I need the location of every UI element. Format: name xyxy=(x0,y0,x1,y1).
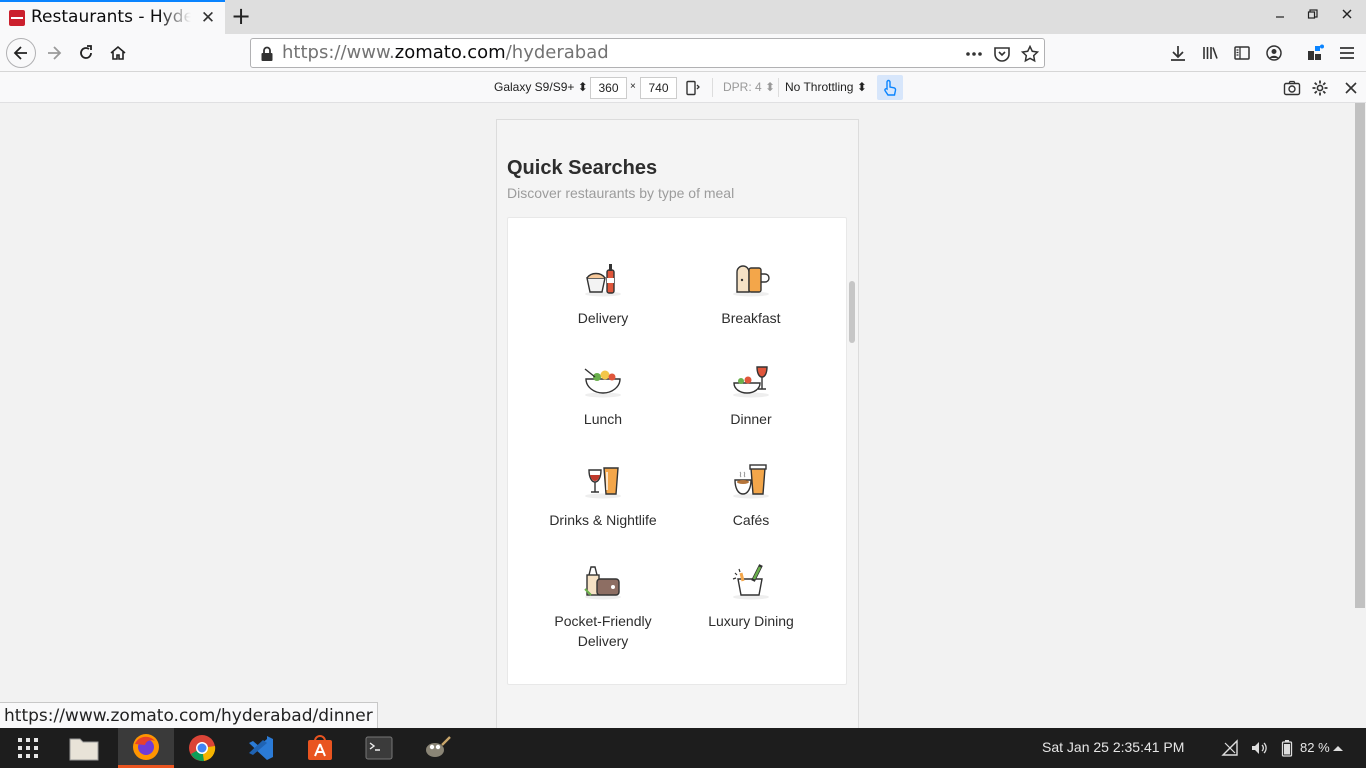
url-bar[interactable]: https://www.zomato.com/hyderabad xyxy=(250,38,1045,68)
vscode-app-icon[interactable] xyxy=(233,728,289,768)
tab-title: Restaurants - Hyderabad xyxy=(31,7,191,27)
software-center-icon[interactable] xyxy=(292,728,348,768)
system-menu-arrow-icon[interactable] xyxy=(1328,738,1348,758)
minimize-icon[interactable] xyxy=(1271,8,1289,26)
library-icon[interactable] xyxy=(1199,42,1221,64)
url-path: /hyderabad xyxy=(505,42,609,63)
champagne-icon xyxy=(732,564,769,600)
responsive-design-toolbar: Galaxy S9/S9+ ⬍ 360 × 740 DPR: 4 ⬍ No Th… xyxy=(0,72,1366,103)
quick-search-label: Cafés xyxy=(732,512,770,528)
section-title: Quick Searches xyxy=(507,157,658,179)
volume-icon[interactable] xyxy=(1249,738,1269,758)
window-close-icon[interactable] xyxy=(1338,8,1356,26)
extensions-icon[interactable] xyxy=(1304,42,1326,64)
delivery-icon xyxy=(585,264,621,297)
firefox-app-icon[interactable] xyxy=(118,728,174,768)
toolbar-divider xyxy=(778,78,779,97)
pocket-icon[interactable] xyxy=(992,44,1012,64)
terminal-app-icon[interactable] xyxy=(351,728,407,768)
navigation-toolbar: https://www.zomato.com/hyderabad xyxy=(0,34,1366,72)
page-scrollbar-thumb[interactable] xyxy=(1355,103,1365,608)
battery-icon[interactable] xyxy=(1277,738,1297,758)
quick-searches-card: Delivery Breakfast Lunch Dinner Drinks &… xyxy=(507,217,847,685)
touch-simulation-icon[interactable] xyxy=(877,75,903,100)
drinks-icon xyxy=(585,467,621,499)
new-tab-button[interactable]: + xyxy=(229,3,253,29)
gimp-app-icon[interactable] xyxy=(409,728,465,768)
status-link-preview: https://www.zomato.com/hyderabad/dinner xyxy=(0,702,378,729)
app-grid-icon[interactable] xyxy=(0,728,56,768)
settings-gear-icon[interactable] xyxy=(1310,78,1330,98)
quick-search-label: Delivery xyxy=(577,310,629,326)
lunch-icon xyxy=(584,368,621,398)
restore-icon[interactable] xyxy=(1304,8,1322,26)
browser-viewport: Quick Searches Discover restaurants by t… xyxy=(0,103,1366,731)
hamburger-menu-icon[interactable] xyxy=(1336,42,1358,64)
lock-icon[interactable] xyxy=(260,46,274,66)
forward-button[interactable] xyxy=(40,39,68,67)
toolbar-divider xyxy=(712,78,713,97)
sidebar-icon[interactable] xyxy=(1231,42,1253,64)
quick-search-label: Luxury Dining xyxy=(708,613,794,629)
back-button[interactable] xyxy=(6,38,36,68)
desktop-taskbar: Sat Jan 25 2:35:41 PM 82 % xyxy=(0,728,1366,768)
section-subtitle: Discover restaurants by type of meal xyxy=(507,185,735,201)
viewport-height-input[interactable]: 740 xyxy=(640,77,677,99)
device-scrollbar[interactable] xyxy=(849,281,855,343)
reload-button[interactable] xyxy=(72,39,100,67)
device-selector[interactable]: Galaxy S9/S9+ ⬍ xyxy=(494,80,588,94)
tab-close-icon[interactable]: ✕ xyxy=(199,9,217,27)
account-icon[interactable] xyxy=(1263,42,1285,64)
chrome-app-icon[interactable] xyxy=(174,728,230,768)
quick-search-label: Lunch xyxy=(583,411,623,427)
quick-search-label: Drinks & Nightlife xyxy=(549,512,657,528)
clock[interactable]: Sat Jan 25 2:35:41 PM xyxy=(1042,739,1184,755)
dimension-separator: × xyxy=(630,81,636,92)
quick-search-label: Dinner xyxy=(730,411,772,427)
throttling-selector[interactable]: No Throttling ⬍ xyxy=(785,80,867,94)
quick-search-label: Pocket-Friendly Delivery xyxy=(554,613,652,649)
url-host: zomato.com xyxy=(394,42,506,63)
screenshot-icon[interactable] xyxy=(1282,78,1302,98)
tab-strip: Restaurants - Hyderabad ✕ + xyxy=(0,0,1366,34)
viewport-width-input[interactable]: 360 xyxy=(590,77,627,99)
url-text[interactable]: https://www.zomato.com/hyderabad xyxy=(282,42,609,63)
rotate-viewport-icon[interactable] xyxy=(683,78,703,98)
network-icon[interactable] xyxy=(1220,738,1240,758)
breakfast-icon xyxy=(733,265,770,297)
home-button[interactable] xyxy=(104,39,132,67)
battery-percentage: 82 % xyxy=(1300,740,1330,755)
dinner-icon xyxy=(733,366,769,398)
downloads-icon[interactable] xyxy=(1167,42,1189,64)
browser-tab-active[interactable]: Restaurants - Hyderabad ✕ xyxy=(0,0,225,34)
files-app-icon[interactable] xyxy=(56,728,112,768)
device-frame: Quick Searches Discover restaurants by t… xyxy=(496,119,859,731)
url-prefix: https://www. xyxy=(282,42,395,63)
wallet-icon xyxy=(584,566,621,600)
zomato-favicon-icon xyxy=(9,10,25,26)
cafe-icon xyxy=(733,464,769,499)
quick-search-label: Breakfast xyxy=(721,310,781,326)
close-rdm-icon[interactable] xyxy=(1341,78,1361,98)
dpr-selector[interactable]: DPR: 4 ⬍ xyxy=(723,80,775,94)
page-actions-icon[interactable] xyxy=(964,44,984,64)
bookmark-star-icon[interactable] xyxy=(1020,44,1040,64)
